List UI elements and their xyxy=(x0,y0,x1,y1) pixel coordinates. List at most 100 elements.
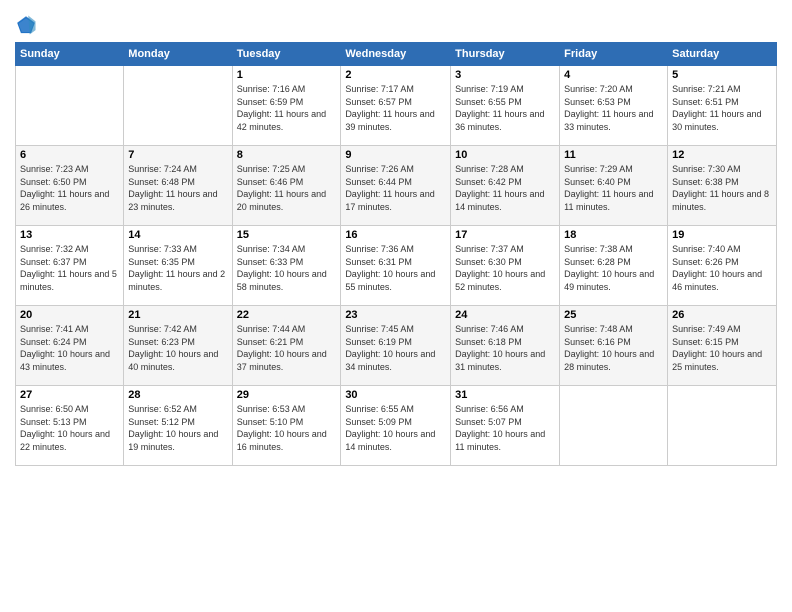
day-header-wednesday: Wednesday xyxy=(341,43,451,66)
day-info: Sunrise: 7:30 AM Sunset: 6:38 PM Dayligh… xyxy=(672,163,772,213)
day-number: 7 xyxy=(128,149,227,161)
calendar-cell: 22 Sunrise: 7:44 AM Sunset: 6:21 PM Dayli… xyxy=(232,306,341,386)
page-container: SundayMondayTuesdayWednesdayThursdayFrid… xyxy=(0,0,792,476)
calendar-cell: 24 Sunrise: 7:46 AM Sunset: 6:18 PM Dayli… xyxy=(451,306,560,386)
day-number: 9 xyxy=(345,149,446,161)
calendar-cell xyxy=(16,66,124,146)
day-info: Sunrise: 7:32 AM Sunset: 6:37 PM Dayligh… xyxy=(20,243,119,293)
day-info: Sunrise: 7:48 AM Sunset: 6:16 PM Dayligh… xyxy=(564,323,663,373)
day-info: Sunrise: 7:20 AM Sunset: 6:53 PM Dayligh… xyxy=(564,83,663,133)
day-number: 20 xyxy=(20,309,119,321)
day-number: 12 xyxy=(672,149,772,161)
day-number: 13 xyxy=(20,229,119,241)
day-info: Sunrise: 6:55 AM Sunset: 5:09 PM Dayligh… xyxy=(345,403,446,453)
calendar-cell: 30 Sunrise: 6:55 AM Sunset: 5:09 PM Dayli… xyxy=(341,386,451,466)
day-number: 24 xyxy=(455,309,555,321)
day-header-monday: Monday xyxy=(124,43,232,66)
calendar-cell: 26Sunrise: 7:49 AM Sunset: 6:15 PM Dayli… xyxy=(668,306,777,386)
day-info: Sunrise: 7:45 AM Sunset: 6:19 PM Dayligh… xyxy=(345,323,446,373)
calendar-cell: 31 Sunrise: 6:56 AM Sunset: 5:07 PM Dayli… xyxy=(451,386,560,466)
day-info: Sunrise: 7:36 AM Sunset: 6:31 PM Dayligh… xyxy=(345,243,446,293)
day-info: Sunrise: 7:24 AM Sunset: 6:48 PM Dayligh… xyxy=(128,163,227,213)
calendar-cell: 25 Sunrise: 7:48 AM Sunset: 6:16 PM Dayli… xyxy=(560,306,668,386)
day-header-friday: Friday xyxy=(560,43,668,66)
calendar-cell: 5Sunrise: 7:21 AM Sunset: 6:51 PM Daylig… xyxy=(668,66,777,146)
day-info: Sunrise: 7:46 AM Sunset: 6:18 PM Dayligh… xyxy=(455,323,555,373)
day-number: 8 xyxy=(237,149,337,161)
day-number: 2 xyxy=(345,69,446,81)
calendar-week-row: 6Sunrise: 7:23 AM Sunset: 6:50 PM Daylig… xyxy=(16,146,777,226)
header xyxy=(15,10,777,36)
calendar-cell: 6Sunrise: 7:23 AM Sunset: 6:50 PM Daylig… xyxy=(16,146,124,226)
calendar-cell: 23 Sunrise: 7:45 AM Sunset: 6:19 PM Dayli… xyxy=(341,306,451,386)
day-header-tuesday: Tuesday xyxy=(232,43,341,66)
calendar-table: SundayMondayTuesdayWednesdayThursdayFrid… xyxy=(15,42,777,466)
calendar-cell xyxy=(668,386,777,466)
calendar-cell: 19 Sunrise: 7:40 AM Sunset: 6:26 PM Dayli… xyxy=(668,226,777,306)
calendar-cell: 15 Sunrise: 7:34 AM Sunset: 6:33 PM Dayli… xyxy=(232,226,341,306)
day-number: 31 xyxy=(455,389,555,401)
day-number: 28 xyxy=(128,389,227,401)
day-info: Sunrise: 6:53 AM Sunset: 5:10 PM Dayligh… xyxy=(237,403,337,453)
day-info: Sunrise: 7:25 AM Sunset: 6:46 PM Dayligh… xyxy=(237,163,337,213)
day-info: Sunrise: 7:34 AM Sunset: 6:33 PM Dayligh… xyxy=(237,243,337,293)
day-info: Sunrise: 7:19 AM Sunset: 6:55 PM Dayligh… xyxy=(455,83,555,133)
day-header-sunday: Sunday xyxy=(16,43,124,66)
day-info: Sunrise: 7:28 AM Sunset: 6:42 PM Dayligh… xyxy=(455,163,555,213)
logo xyxy=(15,14,39,36)
day-header-saturday: Saturday xyxy=(668,43,777,66)
calendar-cell: 10 Sunrise: 7:28 AM Sunset: 6:42 PM Dayli… xyxy=(451,146,560,226)
calendar-cell: 2 Sunrise: 7:17 AM Sunset: 6:57 PM Daylig… xyxy=(341,66,451,146)
calendar-cell: 9Sunrise: 7:26 AM Sunset: 6:44 PM Daylig… xyxy=(341,146,451,226)
calendar-week-row: 1Sunrise: 7:16 AM Sunset: 6:59 PM Daylig… xyxy=(16,66,777,146)
day-number: 6 xyxy=(20,149,119,161)
day-number: 19 xyxy=(672,229,772,241)
day-info: Sunrise: 7:40 AM Sunset: 6:26 PM Dayligh… xyxy=(672,243,772,293)
calendar-cell: 8 Sunrise: 7:25 AM Sunset: 6:46 PM Daylig… xyxy=(232,146,341,226)
day-info: Sunrise: 7:16 AM Sunset: 6:59 PM Dayligh… xyxy=(237,83,337,133)
calendar-cell xyxy=(124,66,232,146)
day-number: 22 xyxy=(237,309,337,321)
calendar-week-row: 13 Sunrise: 7:32 AM Sunset: 6:37 PM Dayli… xyxy=(16,226,777,306)
day-info: Sunrise: 7:17 AM Sunset: 6:57 PM Dayligh… xyxy=(345,83,446,133)
day-number: 18 xyxy=(564,229,663,241)
logo-icon xyxy=(15,14,37,36)
day-number: 27 xyxy=(20,389,119,401)
day-info: Sunrise: 7:38 AM Sunset: 6:28 PM Dayligh… xyxy=(564,243,663,293)
calendar-cell: 17Sunrise: 7:37 AM Sunset: 6:30 PM Dayli… xyxy=(451,226,560,306)
calendar-week-row: 27 Sunrise: 6:50 AM Sunset: 5:13 PM Dayli… xyxy=(16,386,777,466)
calendar-cell: 7 Sunrise: 7:24 AM Sunset: 6:48 PM Daylig… xyxy=(124,146,232,226)
day-number: 10 xyxy=(455,149,555,161)
day-number: 25 xyxy=(564,309,663,321)
day-number: 26 xyxy=(672,309,772,321)
day-info: Sunrise: 7:37 AM Sunset: 6:30 PM Dayligh… xyxy=(455,243,555,293)
day-header-thursday: Thursday xyxy=(451,43,560,66)
day-info: Sunrise: 7:29 AM Sunset: 6:40 PM Dayligh… xyxy=(564,163,663,213)
day-info: Sunrise: 7:42 AM Sunset: 6:23 PM Dayligh… xyxy=(128,323,227,373)
day-number: 15 xyxy=(237,229,337,241)
day-info: Sunrise: 7:44 AM Sunset: 6:21 PM Dayligh… xyxy=(237,323,337,373)
calendar-cell: 4 Sunrise: 7:20 AM Sunset: 6:53 PM Daylig… xyxy=(560,66,668,146)
day-number: 14 xyxy=(128,229,227,241)
calendar-cell: 29 Sunrise: 6:53 AM Sunset: 5:10 PM Dayli… xyxy=(232,386,341,466)
calendar-cell: 18 Sunrise: 7:38 AM Sunset: 6:28 PM Dayli… xyxy=(560,226,668,306)
day-number: 11 xyxy=(564,149,663,161)
day-number: 4 xyxy=(564,69,663,81)
calendar-cell: 21 Sunrise: 7:42 AM Sunset: 6:23 PM Dayli… xyxy=(124,306,232,386)
calendar-cell: 3Sunrise: 7:19 AM Sunset: 6:55 PM Daylig… xyxy=(451,66,560,146)
day-number: 21 xyxy=(128,309,227,321)
day-number: 29 xyxy=(237,389,337,401)
day-info: Sunrise: 6:56 AM Sunset: 5:07 PM Dayligh… xyxy=(455,403,555,453)
calendar-cell: 20Sunrise: 7:41 AM Sunset: 6:24 PM Dayli… xyxy=(16,306,124,386)
calendar-cell: 11 Sunrise: 7:29 AM Sunset: 6:40 PM Dayli… xyxy=(560,146,668,226)
day-number: 23 xyxy=(345,309,446,321)
day-number: 30 xyxy=(345,389,446,401)
calendar-cell: 27 Sunrise: 6:50 AM Sunset: 5:13 PM Dayli… xyxy=(16,386,124,466)
day-info: Sunrise: 6:50 AM Sunset: 5:13 PM Dayligh… xyxy=(20,403,119,453)
day-number: 16 xyxy=(345,229,446,241)
day-info: Sunrise: 7:21 AM Sunset: 6:51 PM Dayligh… xyxy=(672,83,772,133)
calendar-cell: 13 Sunrise: 7:32 AM Sunset: 6:37 PM Dayli… xyxy=(16,226,124,306)
calendar-cell: 12 Sunrise: 7:30 AM Sunset: 6:38 PM Dayli… xyxy=(668,146,777,226)
calendar-cell: 1Sunrise: 7:16 AM Sunset: 6:59 PM Daylig… xyxy=(232,66,341,146)
calendar-week-row: 20Sunrise: 7:41 AM Sunset: 6:24 PM Dayli… xyxy=(16,306,777,386)
